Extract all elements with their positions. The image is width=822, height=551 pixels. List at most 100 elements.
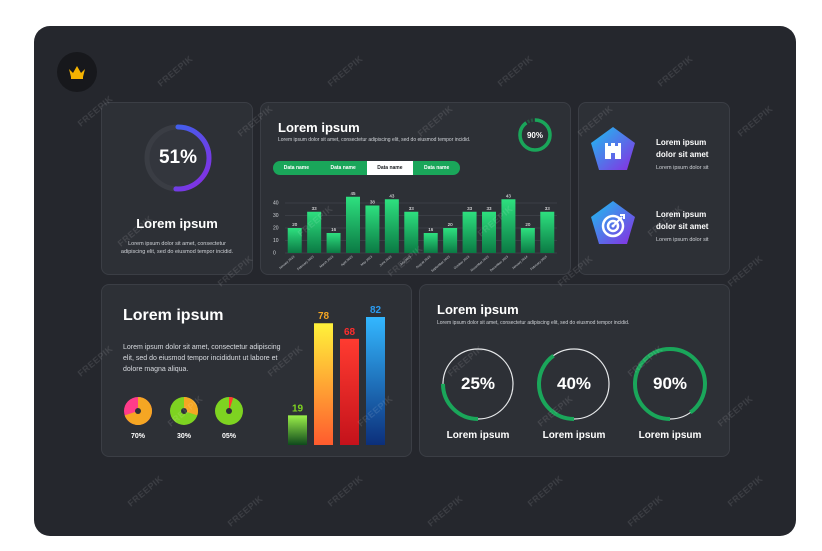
x-tick-label: December 2023 <box>489 255 509 273</box>
x-tick-label: May 2023 <box>360 255 373 267</box>
chart-bar <box>482 211 496 253</box>
chart-bar <box>365 205 380 253</box>
watermark-text: FREEPIK <box>155 53 195 89</box>
tall-bar <box>366 317 385 445</box>
x-tick-label: April 2023 <box>340 255 354 267</box>
watermark-text: FREEPIK <box>525 473 565 509</box>
y-tick-label: 10 <box>273 238 279 244</box>
chart-description: Lorem ipsum dolor sit amet, consectetur … <box>278 137 471 143</box>
chart-bar <box>443 228 458 253</box>
x-tick-label: October 2023 <box>453 255 471 271</box>
tab-data-2[interactable]: Data name <box>319 161 367 175</box>
y-tick-label: 40 <box>273 201 279 207</box>
tall-bar-label: 78 <box>318 311 330 322</box>
x-tick-label: January 2023 <box>278 255 296 271</box>
icon-card: Lorem ipsum dolor sit amet Lorem ipsum d… <box>578 102 730 275</box>
bar-value-label: 20 <box>525 222 531 227</box>
chart-bar <box>287 228 302 253</box>
x-tick-label: August 2023 <box>415 255 431 270</box>
logo-badge[interactable] <box>57 52 97 92</box>
bar-value-label: 20 <box>292 222 298 227</box>
chart-bar <box>520 228 535 253</box>
bars-card: Lorem ipsum Lorem ipsum dolor sit amet, … <box>101 284 412 457</box>
x-tick-label: February 2023 <box>296 255 315 272</box>
bar-value-label: 45 <box>350 191 356 196</box>
target-icon <box>591 201 635 244</box>
bar-value-label: 16 <box>331 227 337 232</box>
rings-title: Lorem ipsum <box>437 302 519 317</box>
gauge-card: 51% Lorem ipsum Lorem ipsum dolor sit am… <box>101 102 253 275</box>
icon-item-title-1: Lorem ipsum dolor sit amet <box>656 138 709 159</box>
bars-description: Lorem ipsum dolor sit amet, consectetur … <box>123 344 281 373</box>
watermark-text: FREEPIK <box>735 103 775 139</box>
crown-icon <box>69 66 85 79</box>
watermark-text: FREEPIK <box>325 53 365 89</box>
bars-title: Lorem ipsum <box>123 307 224 324</box>
chart-bar <box>423 233 438 253</box>
chart-bar <box>540 211 555 253</box>
ring-value-1: 25% <box>460 374 496 393</box>
tall-bar <box>340 338 359 445</box>
watermark-text: FREEPIK <box>125 473 165 509</box>
pie-label-3: 05% <box>221 433 236 440</box>
castle-icon <box>591 127 635 170</box>
watermark-text: FREEPIK <box>425 493 465 529</box>
watermark-text: FREEPIK <box>625 493 665 529</box>
chart-bar <box>462 211 477 253</box>
ring-label-2: Lorem ipsum <box>542 430 606 441</box>
tab-data-4[interactable]: Data name <box>413 161 460 175</box>
chart-bar <box>346 196 360 253</box>
x-tick-label: June 2023 <box>379 255 393 268</box>
dashboard: 51% Lorem ipsum Lorem ipsum dolor sit am… <box>34 26 796 536</box>
gauge-value: 51% <box>158 147 198 168</box>
gauge-description: Lorem ipsum dolor sit amet, consectetur … <box>120 241 234 255</box>
tab-data-3[interactable]: Data name <box>366 161 414 175</box>
chart-bar <box>404 211 419 253</box>
y-tick-label: 30 <box>273 213 279 219</box>
rings-card: Lorem ipsum Lorem ipsum dolor sit amet, … <box>419 284 730 457</box>
x-tick-label: July 2023 <box>399 255 412 267</box>
tab-data-1[interactable]: Data name <box>273 161 320 175</box>
chart-title: Lorem ipsum <box>278 120 360 135</box>
watermark-text: FREEPIK <box>225 493 265 529</box>
bar-value-label: 33 <box>486 206 492 211</box>
pie-chart-1 <box>124 397 152 425</box>
bar-value-label: 43 <box>506 193 512 198</box>
bar-value-label: 38 <box>370 200 376 205</box>
watermark-text: FREEPIK <box>725 253 765 289</box>
pie-label-1: 70% <box>130 433 145 440</box>
tall-bar-label: 19 <box>292 403 304 414</box>
ring-value-3: 90% <box>652 374 688 393</box>
progress-ring-value: 90% <box>526 130 543 140</box>
x-tick-label: November 2023 <box>470 255 490 273</box>
chart-bar <box>501 199 516 253</box>
gauge-title: Lorem ipsum <box>136 216 218 231</box>
rings-description: Lorem ipsum dolor sit amet, consectetur … <box>437 320 630 326</box>
x-tick-label: March 2023 <box>319 255 335 269</box>
pie-hub <box>135 408 141 414</box>
bar-value-label: 33 <box>409 206 415 211</box>
tall-bar-label: 68 <box>344 327 356 338</box>
tall-bar-label: 82 <box>370 305 382 316</box>
data-tabs: Data name Data name Data name Data name <box>273 161 460 175</box>
chart-bar <box>307 211 322 253</box>
tall-bar <box>314 323 333 445</box>
bar-value-label: 33 <box>467 206 473 211</box>
chart-card: Lorem ipsum Lorem ipsum dolor sit amet, … <box>260 102 571 275</box>
pie-hub <box>226 408 232 414</box>
bar-value-label: 43 <box>389 193 395 198</box>
bar-value-label: 33 <box>312 206 318 211</box>
pie-hub <box>181 408 187 414</box>
watermark-text: FREEPIK <box>495 53 535 89</box>
pie-label-2: 30% <box>176 433 191 440</box>
icon-item-subtitle-1: Lorem ipsum dolor sit <box>656 165 709 171</box>
watermark-text: FREEPIK <box>655 53 695 89</box>
x-tick-label: January 2024 <box>511 255 529 271</box>
tall-bar-chart: 19 78 68 82 <box>288 305 385 445</box>
ring-value-2: 40% <box>556 374 592 393</box>
watermark-text: FREEPIK <box>325 473 365 509</box>
watermark-text: FREEPIK <box>725 473 765 509</box>
x-tick-label: September 2023 <box>430 255 451 273</box>
icon-item-title-2: Lorem ipsum dolor sit amet <box>656 210 709 231</box>
bar-value-label: 16 <box>428 227 434 232</box>
